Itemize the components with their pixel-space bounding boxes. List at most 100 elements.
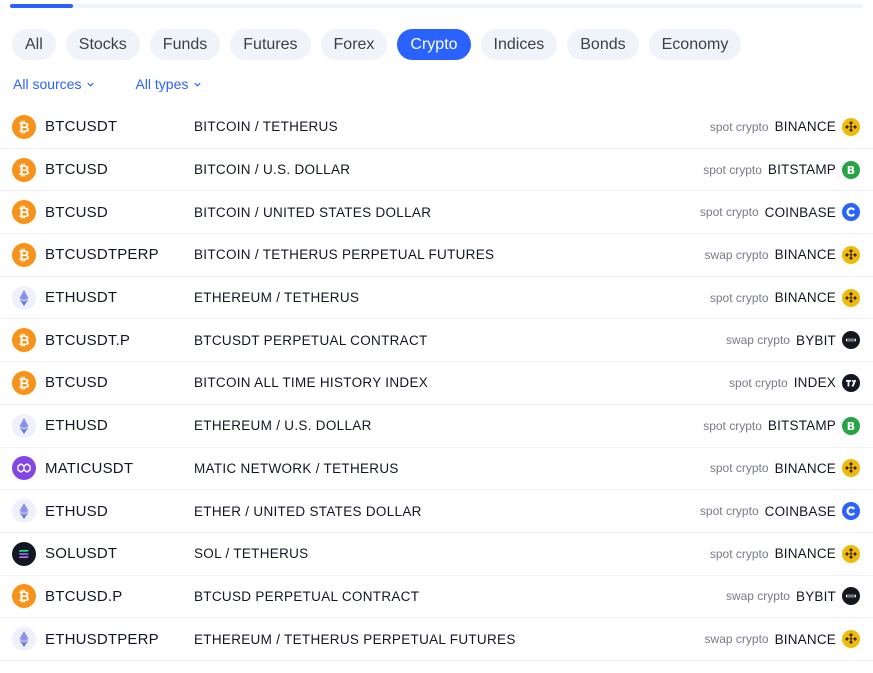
ethereum-icon (12, 627, 36, 652)
exchange-name: BINANCE (774, 460, 836, 476)
bitcoin-icon: ₿ (12, 157, 36, 182)
symbol-description: ETHEREUM / TETHERUS (194, 290, 360, 306)
symbol-type: swap crypto (725, 333, 790, 348)
symbol-ticker: BTCUSD.P (45, 587, 123, 605)
symbol-description: ETHEREUM / TETHERUS PERPETUAL FUTURES (194, 631, 516, 647)
symbol-description: BITCOIN / UNITED STATES DOLLAR (194, 204, 432, 220)
binance-exchange-icon (842, 245, 860, 264)
binance-exchange-icon (842, 288, 860, 307)
chevron-down-icon (194, 82, 202, 87)
symbol-description: BITCOIN ALL TIME HISTORY INDEX (194, 375, 429, 391)
symbol-row[interactable]: ₿ BTCUSDT.P BTCUSDT PERPETUAL CONTRACT s… (0, 319, 873, 363)
exchange-name: BINANCE (774, 247, 836, 263)
bitcoin-icon: ₿ (12, 114, 36, 139)
exchange-name: BINANCE (774, 290, 836, 306)
coinbase-exchange-icon (842, 203, 860, 222)
ethereum-icon (12, 413, 36, 438)
filter-chip-bonds[interactable]: Bonds (567, 29, 639, 60)
exchange-name: BYBIT (795, 588, 836, 604)
exchange-name: BITSTAMP (767, 162, 836, 178)
svg-text:₿: ₿ (18, 376, 29, 392)
symbol-row[interactable]: ₿ BTCUSDT BITCOIN / TETHERUS spot crypto… (0, 106, 873, 149)
subfilter-bar: All sources All types (13, 76, 202, 92)
filter-chip-crypto[interactable]: Crypto (397, 29, 471, 60)
symbol-ticker: ETHUSD (45, 417, 108, 435)
symbol-type: spot crypto (729, 375, 788, 390)
symbol-ticker: BTCUSD (45, 374, 108, 392)
symbol-row[interactable]: ETHUSDTPERP ETHEREUM / TETHERUS PERPETUA… (0, 618, 873, 661)
bitstamp-exchange-icon: B (842, 416, 860, 435)
symbol-description: MATIC NETWORK / TETHERUS (194, 460, 399, 476)
svg-text:₿: ₿ (18, 333, 29, 349)
exchange-name: BYBIT (795, 332, 836, 348)
bitcoin-icon: ₿ (12, 370, 36, 395)
exchange-name: INDEX (793, 375, 836, 391)
filter-chip-stocks[interactable]: Stocks (65, 29, 140, 60)
filter-chip-indices[interactable]: Indices (480, 29, 558, 60)
exchange-name: BITSTAMP (767, 418, 836, 434)
ethereum-icon (12, 285, 36, 310)
chevron-down-icon (87, 82, 95, 87)
svg-text:B: B (847, 420, 855, 433)
symbol-list: ₿ BTCUSDT BITCOIN / TETHERUS spot crypto… (0, 106, 873, 661)
svg-text:₿: ₿ (18, 163, 29, 179)
symbol-ticker: SOLUSDT (45, 545, 118, 563)
symbol-ticker: ETHUSD (45, 502, 108, 520)
symbol-row[interactable]: ₿ BTCUSD BITCOIN / UNITED STATES DOLLAR … (0, 191, 873, 235)
binance-exchange-icon (842, 544, 860, 563)
symbol-row[interactable]: ₿ BTCUSD BITCOIN ALL TIME HISTORY INDEX … (0, 362, 873, 405)
symbol-type: swap crypto (725, 589, 790, 604)
symbol-row[interactable]: SOLUSDT SOL / TETHERUS spot crypto BINAN… (0, 533, 873, 576)
symbol-description: BITCOIN / U.S. DOLLAR (194, 162, 351, 178)
symbol-description: BTCUSDT PERPETUAL CONTRACT (194, 332, 428, 348)
symbol-ticker: BTCUSD (45, 161, 108, 179)
symbol-type: spot crypto (709, 546, 769, 561)
exchange-name: BINANCE (774, 546, 836, 562)
symbol-type: spot crypto (703, 162, 762, 177)
svg-text:₿: ₿ (18, 248, 29, 264)
filter-chip-funds[interactable]: Funds (149, 29, 221, 60)
svg-text:B: B (847, 164, 855, 177)
types-dropdown-label: All types (135, 76, 189, 92)
sources-dropdown-label: All sources (13, 76, 82, 92)
bitcoin-icon: ₿ (12, 328, 36, 353)
symbol-type: spot crypto (709, 119, 769, 134)
ethereum-icon (12, 499, 36, 524)
filter-chip-futures[interactable]: Futures (230, 29, 311, 60)
symbol-row[interactable]: ETHUSD ETHEREUM / U.S. DOLLAR spot crypt… (0, 405, 873, 448)
bybit-exchange-icon (842, 587, 860, 606)
exchange-name: COINBASE (764, 503, 836, 519)
symbol-row[interactable]: MATICUSDT MATIC NETWORK / TETHERUS spot … (0, 448, 873, 491)
types-dropdown[interactable]: All types (135, 76, 202, 92)
symbol-row[interactable]: ETHUSD ETHER / UNITED STATES DOLLAR spot… (0, 490, 873, 533)
symbol-description: SOL / TETHERUS (194, 546, 309, 562)
symbol-row[interactable]: ETHUSDT ETHEREUM / TETHERUS spot crypto … (0, 277, 873, 320)
matic-icon (12, 456, 36, 481)
symbol-type: swap crypto (704, 247, 769, 262)
filter-chip-forex[interactable]: Forex (320, 29, 388, 60)
bitcoin-icon: ₿ (12, 242, 36, 267)
symbol-type: spot crypto (699, 504, 759, 519)
bitcoin-icon: ₿ (12, 584, 36, 609)
symbol-ticker: BTCUSDTPERP (45, 246, 159, 264)
svg-text:₿: ₿ (18, 205, 29, 221)
symbol-row[interactable]: ₿ BTCUSD.P BTCUSD PERPETUAL CONTRACT swa… (0, 576, 873, 619)
symbol-type: spot crypto (699, 205, 759, 220)
coinbase-exchange-icon (842, 502, 860, 521)
symbol-description: ETHER / UNITED STATES DOLLAR (194, 503, 422, 519)
bybit-exchange-icon (842, 331, 860, 350)
symbol-row[interactable]: ₿ BTCUSDTPERP BITCOIN / TETHERUS PERPETU… (0, 234, 873, 277)
symbol-type: spot crypto (709, 461, 769, 476)
sources-dropdown[interactable]: All sources (13, 76, 95, 92)
svg-text:₿: ₿ (18, 120, 29, 136)
category-scroll-indicator (10, 4, 73, 8)
exchange-name: BINANCE (774, 119, 836, 135)
symbol-type: spot crypto (709, 290, 769, 305)
binance-exchange-icon (842, 459, 860, 478)
filter-chip-all[interactable]: All (12, 29, 56, 60)
symbol-ticker: BTCUSDT (45, 118, 118, 136)
bitcoin-icon: ₿ (12, 200, 36, 225)
symbol-row[interactable]: ₿ BTCUSD BITCOIN / U.S. DOLLAR spot cryp… (0, 149, 873, 192)
filter-chip-economy[interactable]: Economy (648, 29, 742, 60)
exchange-name: BINANCE (774, 631, 836, 647)
